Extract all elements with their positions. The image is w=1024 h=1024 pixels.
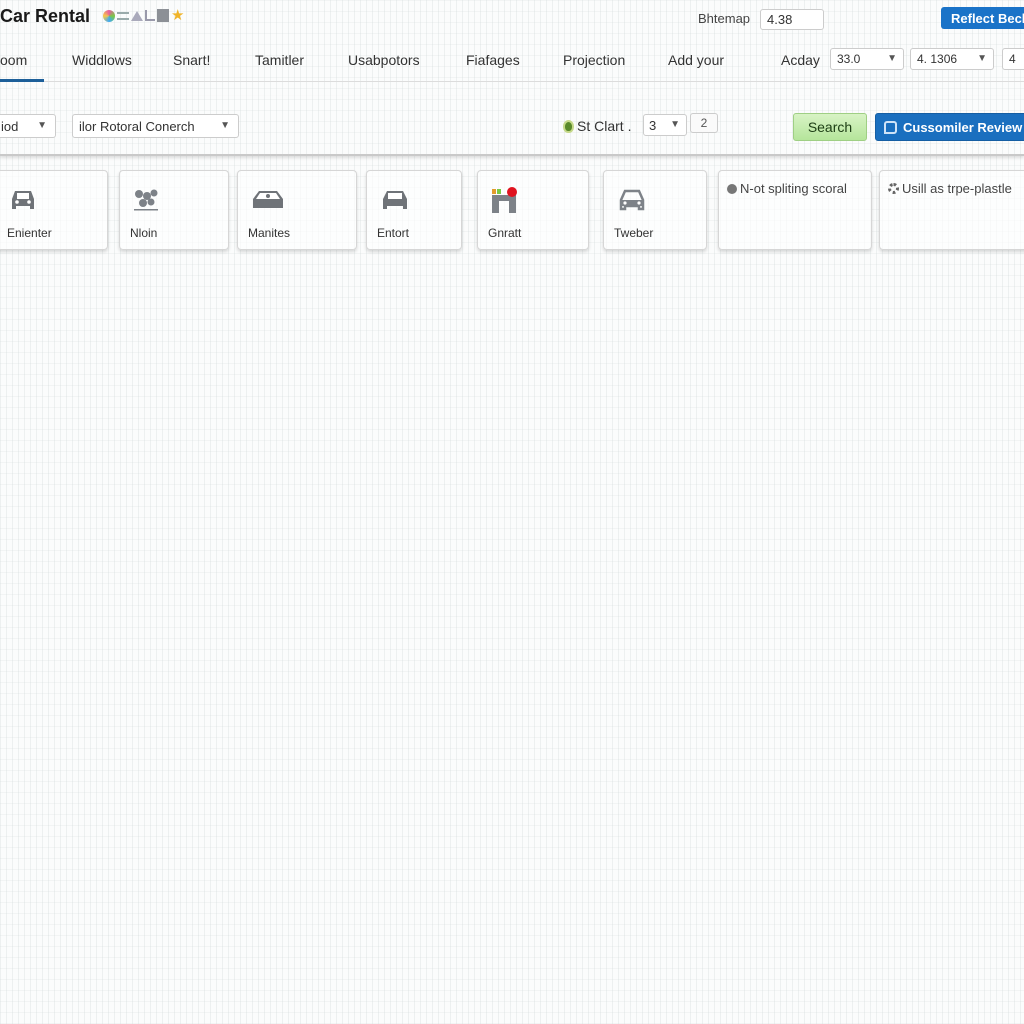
title-icon-group: ★: [103, 8, 184, 23]
corner-icon: [145, 10, 155, 21]
period-select-value: iod: [1, 119, 19, 134]
acday-select-1-value: 33.0: [837, 52, 861, 66]
chat-icon: [884, 120, 897, 134]
chevron-down-icon: ▼: [37, 120, 47, 131]
customer-review-label: Cussomiler Review: [903, 119, 1023, 135]
swirl-logo-icon: [103, 9, 115, 22]
acday-label: Acday: [781, 52, 820, 68]
reflect-button[interactable]: Reflect Bech: [941, 7, 1024, 29]
card-label: Enienter: [7, 226, 52, 240]
card-label: Usill as trpe-plastle: [902, 181, 1012, 196]
car-icon: [383, 191, 407, 209]
category-card-nloin[interactable]: Nloin: [119, 170, 229, 250]
customer-review-button[interactable]: Cussomiler Review: [875, 113, 1024, 141]
category-card-manites[interactable]: Manites: [237, 170, 357, 250]
triangle-icon: [131, 10, 143, 21]
search-button[interactable]: Search: [793, 113, 867, 141]
gear-icon: [888, 183, 899, 194]
building-icon: [492, 187, 517, 213]
tab-fiafages[interactable]: Fiafages: [466, 52, 520, 68]
acday-select-2-value: 4. 1306: [917, 52, 958, 66]
tab-projection[interactable]: Projection: [563, 52, 625, 68]
app-title: Car Rental: [0, 6, 91, 26]
active-tab-indicator: [0, 79, 44, 82]
tab-snart[interactable]: Snart!: [173, 52, 210, 68]
chevron-down-icon: ▼: [887, 53, 897, 64]
category-card-enienter[interactable]: Enienter: [0, 170, 108, 250]
tab-add-your[interactable]: Add your: [668, 52, 724, 68]
page-select-value: 3: [649, 118, 657, 133]
card-label: Entort: [377, 226, 410, 240]
car-wrench-icon: [253, 191, 283, 208]
filter-bar: iod ▼ ilor Rotoral Conerch ▼ St Clart . …: [0, 96, 1024, 156]
category-card-usill[interactable]: Usill as trpe-plastle: [879, 170, 1024, 250]
card-label: Manites: [248, 226, 291, 240]
page-select[interactable]: 3 ▼: [643, 114, 687, 136]
period-select[interactable]: iod ▼: [0, 114, 56, 138]
tab-tamitler[interactable]: Tamitler: [255, 52, 304, 68]
card-label: N-ot spliting scoral: [740, 181, 847, 196]
stclart-label: St Clart .: [577, 118, 632, 134]
leaf-icon: [563, 119, 574, 133]
location-select-value: ilor Rotoral Conerch: [79, 119, 195, 134]
chevron-down-icon: ▼: [220, 120, 230, 131]
acday-select-3-value: 4: [1009, 52, 1016, 66]
page-number-box[interactable]: 2: [690, 113, 718, 133]
acday-select-2[interactable]: 4. 1306 ▼: [910, 48, 994, 70]
bitmap-label: Bhtemap: [698, 11, 751, 26]
card-text-row: N-ot spliting scoral: [727, 181, 847, 196]
tab-widdlows[interactable]: Widdlows: [72, 52, 132, 68]
card-label: Nloin: [130, 226, 158, 240]
tab-oom[interactable]: oom: [0, 52, 27, 68]
car-outline-icon: [619, 189, 645, 211]
acday-select-1[interactable]: 33.0 ▼: [830, 48, 904, 70]
category-card-not-spliting[interactable]: N-ot spliting scoral: [718, 170, 872, 250]
category-card-tweber[interactable]: Tweber: [603, 170, 707, 250]
card-label: Gnratt: [488, 226, 522, 240]
plant-icon: [134, 189, 158, 211]
location-select[interactable]: ilor Rotoral Conerch ▼: [72, 114, 239, 138]
chevron-down-icon: ▼: [670, 119, 680, 130]
card-label: Tweber: [614, 226, 654, 240]
bitmap-input[interactable]: [760, 9, 824, 30]
stclart-label-group: St Clart .: [563, 118, 631, 134]
tab-usabpotors[interactable]: Usabpotors: [348, 52, 420, 68]
square-icon: [157, 9, 169, 22]
category-card-entort[interactable]: Entort: [366, 170, 462, 250]
acday-select-3[interactable]: 4: [1002, 48, 1024, 70]
dot-icon: [727, 183, 737, 194]
car-front-icon: [12, 191, 34, 209]
top-bar: Car Rental ★ Bhtemap Reflect Bech: [0, 0, 1024, 36]
category-card-gnratt[interactable]: Gnratt: [477, 170, 589, 250]
nav-bar: oom Widdlows Snart! Tamitler Usabpotors …: [0, 38, 1024, 82]
chevron-down-icon: ▼: [977, 53, 987, 64]
equals-icon: [117, 11, 129, 20]
star-icon[interactable]: ★: [171, 8, 184, 23]
card-text-row: Usill as trpe-plastle: [888, 181, 1012, 196]
